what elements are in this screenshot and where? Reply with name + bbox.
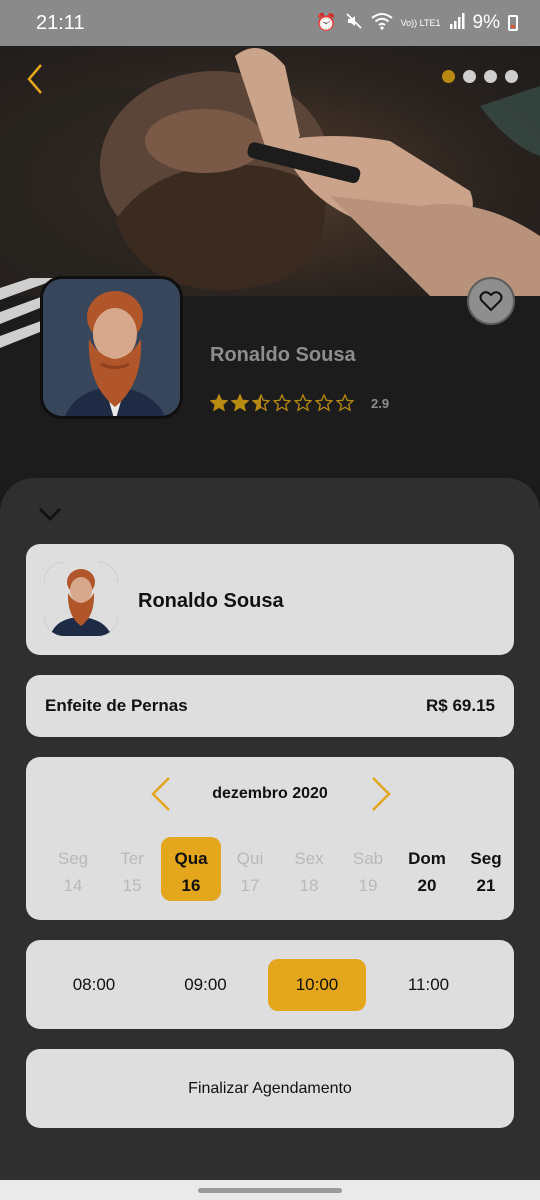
- collapse-sheet-button[interactable]: [36, 502, 64, 526]
- service-name: Enfeite de Pernas: [45, 696, 188, 715]
- day-option[interactable]: Dom 20: [397, 837, 457, 901]
- star-empty-icon: [294, 394, 312, 412]
- time-slot[interactable]: 11:00: [380, 959, 478, 1011]
- rating: 2.9: [210, 394, 389, 412]
- network-label: Vo)) LTE1: [400, 17, 441, 28]
- time-slot[interactable]: 08:00: [45, 959, 143, 1011]
- status-time: 21:11: [36, 11, 85, 34]
- rating-stars: [210, 394, 357, 412]
- hero-banner: [0, 46, 540, 296]
- day-option[interactable]: Qui 17: [220, 837, 280, 901]
- hero-image: [0, 48, 540, 296]
- time-slot[interactable]: 09:00: [157, 959, 255, 1011]
- heart-icon: [479, 291, 503, 312]
- barber-name: Ronaldo Sousa: [210, 344, 356, 366]
- home-indicator[interactable]: [198, 1188, 342, 1193]
- day-number: 15: [122, 876, 142, 895]
- barber-avatar: [44, 562, 118, 636]
- status-icons: ⏰ Vo)) LTE1 9%: [315, 12, 518, 35]
- time-picker: 08:00 09:00 10:00 11:00: [26, 940, 514, 1029]
- barber-photo: [40, 276, 183, 419]
- carousel-dot[interactable]: [442, 70, 455, 83]
- carousel-dot[interactable]: [463, 70, 476, 83]
- star-half-icon: [252, 394, 270, 412]
- star-empty-icon: [336, 394, 354, 412]
- day-number: 14: [63, 876, 83, 895]
- carousel-dot[interactable]: [484, 70, 497, 83]
- navigation-bar: [0, 1180, 540, 1200]
- back-button[interactable]: [20, 62, 50, 96]
- battery-icon: [508, 15, 518, 31]
- day-name: Qua: [174, 849, 208, 868]
- status-bar: 21:11 ⏰ Vo)) LTE1 9%: [0, 0, 540, 46]
- day-number: 16: [181, 876, 201, 895]
- chevron-down-icon: [38, 507, 62, 522]
- day-name: Seg: [470, 849, 502, 868]
- day-name: Sab: [352, 849, 384, 868]
- time-slot[interactable]: 10:00: [268, 959, 366, 1011]
- day-number: 21: [476, 876, 496, 895]
- day-name: Seg: [57, 849, 89, 868]
- star-full-icon: [210, 394, 228, 412]
- service-card: Enfeite de Pernas R$ 69.15: [26, 675, 514, 737]
- day-option[interactable]: Seg 21: [456, 837, 514, 901]
- mute-icon: [345, 12, 363, 35]
- signal-icon: [449, 12, 465, 34]
- day-option[interactable]: Sab 19: [338, 837, 398, 901]
- rating-value: 2.9: [371, 395, 390, 411]
- battery-percent: 9%: [472, 12, 500, 33]
- carousel-dot[interactable]: [505, 70, 518, 83]
- star-empty-icon: [315, 394, 333, 412]
- selected-barber-name: Ronaldo Sousa: [138, 590, 284, 612]
- alarm-icon: ⏰: [315, 13, 337, 32]
- finish-booking-label: Finalizar Agendamento: [188, 1079, 352, 1097]
- wifi-icon: [371, 12, 393, 35]
- selected-barber-card[interactable]: Ronaldo Sousa: [26, 544, 514, 655]
- day-name: Qui: [236, 849, 264, 868]
- chevron-left-icon: [27, 64, 42, 94]
- day-name: Ter: [120, 849, 144, 868]
- star-empty-icon: [273, 394, 291, 412]
- month-label: dezembro 2020: [212, 785, 328, 802]
- next-month-button[interactable]: [368, 775, 394, 813]
- day-number: 20: [417, 876, 437, 895]
- chevron-right-icon: [372, 777, 391, 811]
- favorite-button[interactable]: [467, 277, 515, 325]
- day-option[interactable]: Qua 16: [161, 837, 221, 901]
- star-full-icon: [231, 394, 249, 412]
- day-option[interactable]: Ter 15: [102, 837, 162, 901]
- day-option[interactable]: Seg 14: [43, 837, 103, 901]
- service-price: R$ 69.15: [426, 696, 495, 715]
- day-number: 19: [358, 876, 378, 895]
- finish-booking-button[interactable]: Finalizar Agendamento: [26, 1049, 514, 1128]
- day-name: Dom: [408, 849, 446, 868]
- day-number: 17: [240, 876, 260, 895]
- carousel-dots[interactable]: [442, 70, 518, 83]
- day-number: 18: [299, 876, 319, 895]
- day-name: Sex: [294, 849, 324, 868]
- day-option[interactable]: Sex 18: [279, 837, 339, 901]
- date-picker: dezembro 2020 Seg 14 Ter 15 Qua 16 Qui 17 Sex 18 S…: [26, 757, 514, 920]
